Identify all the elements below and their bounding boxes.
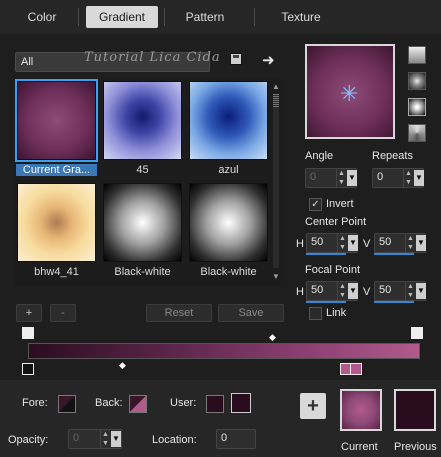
- gradient-thumb-azul[interactable]: [189, 81, 268, 160]
- scroll-track[interactable]: [273, 94, 279, 268]
- gradient-thumb-45[interactable]: [103, 81, 182, 160]
- tab-divider: [164, 8, 165, 26]
- center-point-icon[interactable]: ✳: [340, 83, 358, 105]
- reset-button[interactable]: Reset: [146, 304, 212, 322]
- thumb-label: Black-white: [114, 266, 171, 278]
- center-v-slider[interactable]: [374, 253, 414, 255]
- tab-bar: Color Gradient Pattern Texture: [0, 0, 441, 34]
- location-label: Location:: [152, 434, 197, 446]
- user-label: User:: [170, 397, 197, 409]
- gradient-thumb-black-white[interactable]: [103, 183, 182, 262]
- focal-h-label: H: [296, 286, 304, 298]
- scroll-down-icon[interactable]: ▼: [272, 272, 280, 281]
- invert-checkbox[interactable]: ✓: [309, 198, 322, 211]
- fore-swatch[interactable]: [58, 395, 76, 413]
- color-midpoint-marker[interactable]: ◆: [119, 360, 126, 371]
- focal-v-label: V: [363, 286, 371, 298]
- library-scrollbar[interactable]: ▲ ▼: [272, 80, 280, 281]
- focal-v-input[interactable]: 50 ▲ ▼ ▼: [374, 281, 426, 301]
- opacity-stop-left[interactable]: [22, 327, 34, 339]
- back-label: Back:: [95, 397, 123, 409]
- focal-h-slider[interactable]: [306, 301, 346, 303]
- location-input[interactable]: 0: [216, 429, 256, 449]
- center-point-label: Center Point: [305, 216, 367, 228]
- gradient-library: Current Gra... 45 azul bhw4_41 Black-whi…: [14, 78, 283, 286]
- tab-divider: [78, 8, 79, 26]
- color-stop-left[interactable]: [22, 363, 34, 375]
- scroll-thumb[interactable]: [273, 94, 279, 108]
- thumb-label: bhw4_41: [34, 266, 79, 278]
- linear-style-button[interactable]: [408, 46, 426, 64]
- repeats-input[interactable]: 0 ▲ ▼ ▼: [372, 168, 424, 188]
- opacity-stop-right[interactable]: [411, 327, 423, 339]
- opacity-midpoint-marker[interactable]: ◆: [269, 332, 276, 343]
- focal-point-label: Focal Point: [305, 264, 361, 276]
- add-gradient-button[interactable]: +: [16, 304, 42, 322]
- opacity-label: Opacity:: [8, 434, 49, 446]
- invert-label: Invert: [326, 198, 354, 210]
- gradient-thumb-bhw4-41[interactable]: [17, 183, 96, 262]
- fore-label: Fore:: [22, 397, 48, 409]
- gradient-strip[interactable]: [28, 343, 420, 359]
- watermark-text: Tutorial Lica Cida: [84, 50, 221, 65]
- center-h-label: H: [296, 238, 304, 250]
- tab-divider: [254, 8, 255, 26]
- center-v-label: V: [363, 238, 371, 250]
- center-v-input[interactable]: 50 ▲ ▼ ▼: [374, 233, 426, 253]
- scroll-up-icon[interactable]: ▲: [272, 82, 280, 91]
- tab-gradient[interactable]: Gradient: [86, 6, 158, 28]
- arrow-right-icon[interactable]: ➜: [262, 51, 275, 69]
- gradient-thumb-current[interactable]: [15, 79, 98, 162]
- user-swatch-large[interactable]: [231, 393, 251, 413]
- remove-gradient-button[interactable]: -: [50, 304, 76, 322]
- gradient-preview[interactable]: ✳: [305, 44, 395, 139]
- center-h-input[interactable]: 50 ▲ ▼ ▼: [306, 233, 358, 253]
- rectangular-style-button[interactable]: [408, 72, 426, 90]
- angle-label: Angle: [305, 150, 334, 162]
- gradient-thumb-black-white-2[interactable]: [189, 183, 268, 262]
- angle-input[interactable]: 0 ▲ ▼ ▼: [305, 168, 357, 188]
- previous-swatch[interactable]: [394, 389, 436, 431]
- center-h-slider[interactable]: [306, 253, 346, 255]
- save-button[interactable]: Save: [218, 304, 284, 322]
- focal-h-input[interactable]: 50 ▲ ▼ ▼: [306, 281, 358, 301]
- radial-style-button[interactable]: [408, 124, 426, 142]
- opacity-input[interactable]: 0 ▲ ▼ ▼: [68, 429, 122, 449]
- tab-texture[interactable]: Texture: [264, 6, 338, 28]
- previous-label: Previous: [394, 441, 437, 453]
- current-swatch[interactable]: [340, 389, 382, 431]
- link-label: Link: [326, 307, 347, 319]
- repeats-label: Repeats: [372, 150, 413, 162]
- color-stop-mid-2[interactable]: [350, 363, 362, 375]
- focal-v-slider[interactable]: [374, 301, 414, 303]
- tab-color[interactable]: Color: [12, 6, 72, 28]
- back-swatch[interactable]: [129, 395, 147, 413]
- user-swatch[interactable]: [206, 395, 224, 413]
- thumb-label: azul: [218, 164, 239, 176]
- save-preset-icon[interactable]: [230, 53, 242, 65]
- sunburst-style-button[interactable]: [408, 98, 426, 116]
- link-checkbox[interactable]: [309, 307, 322, 320]
- thumb-label: Black-white: [200, 266, 257, 278]
- current-label: Current: [341, 441, 378, 453]
- add-to-swatches-button[interactable]: +: [300, 393, 326, 419]
- tab-pattern[interactable]: Pattern: [170, 6, 240, 28]
- thumb-label: 45: [136, 164, 149, 176]
- thumb-label: Current Gra...: [16, 164, 97, 176]
